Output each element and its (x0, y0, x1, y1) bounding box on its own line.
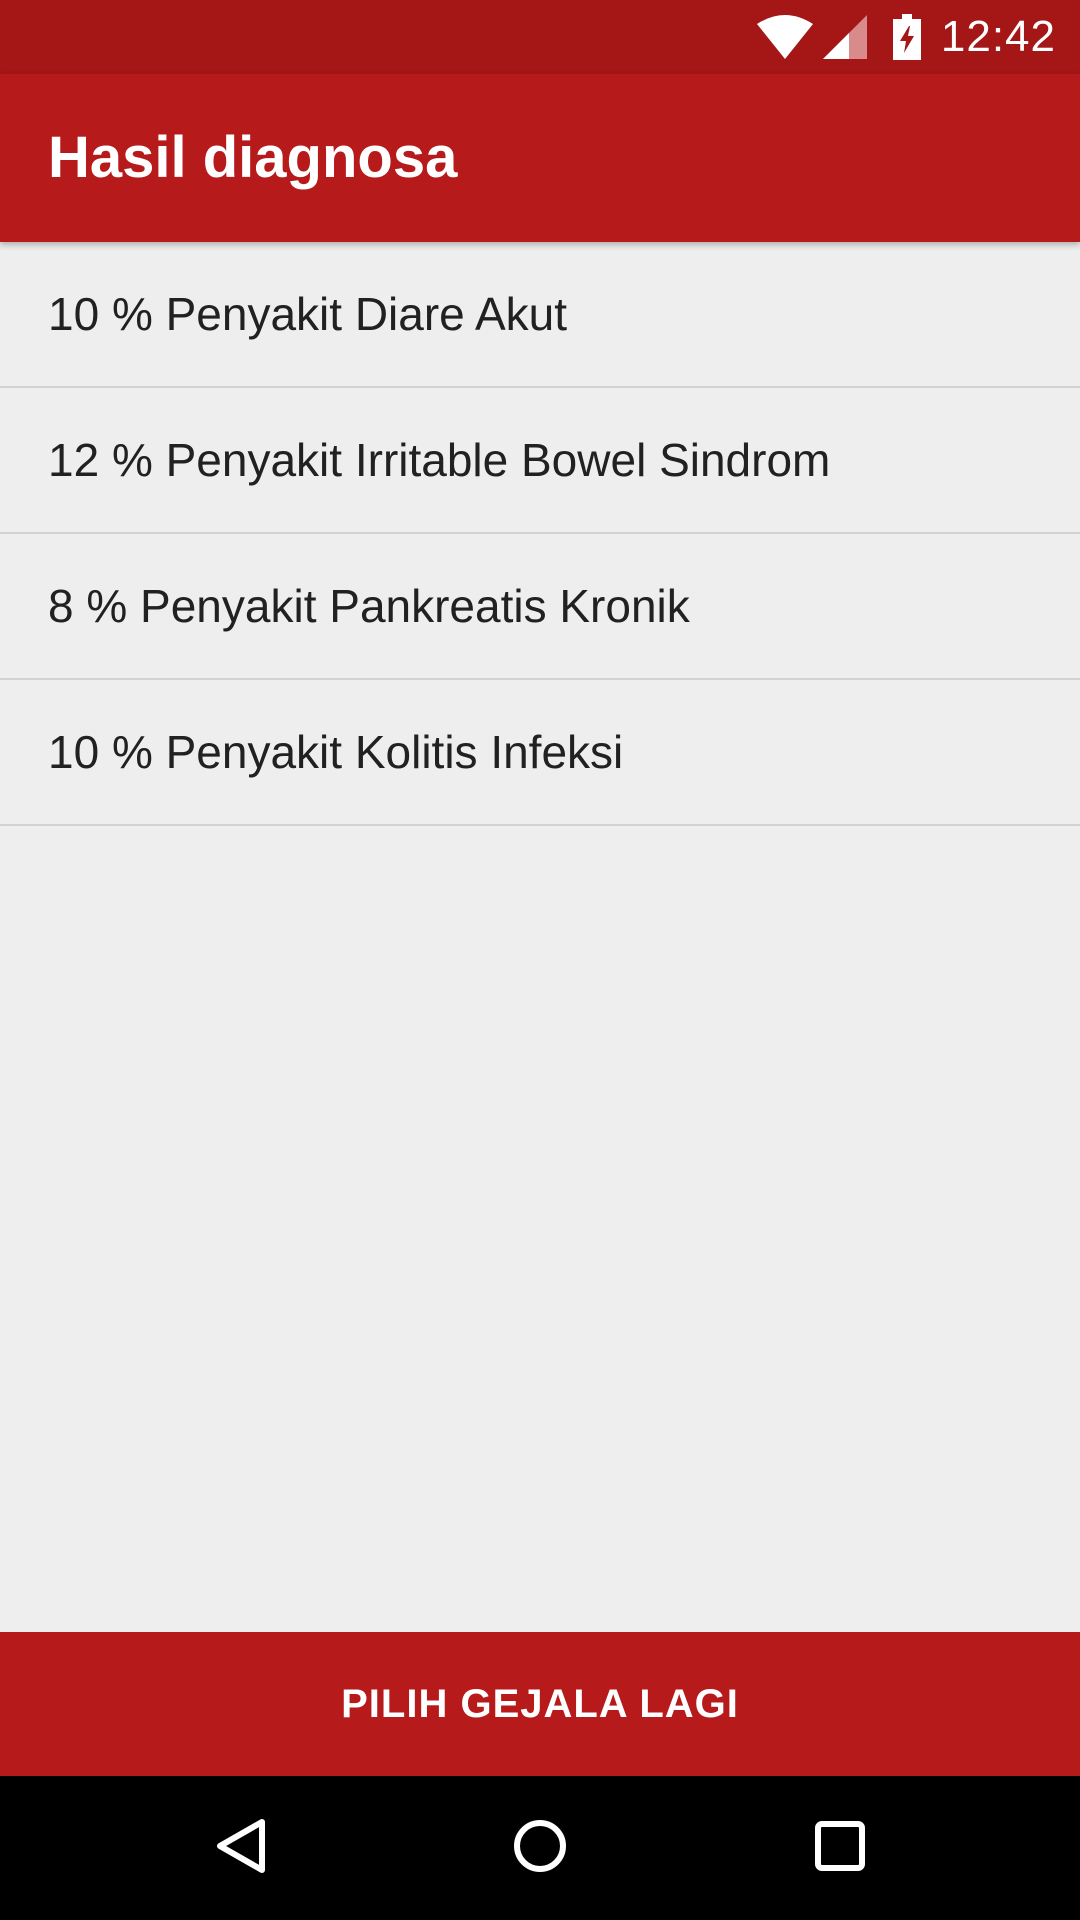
list-item-label: 10 % Penyakit Kolitis Infeksi (48, 726, 624, 778)
list-item-label: 8 % Penyakit Pankreatis Kronik (48, 580, 690, 632)
list-item-diagnosis-2[interactable]: 12 % Penyakit Irritable Bowel Sindrom (0, 388, 1080, 534)
status-bar: 12:42 (0, 0, 1080, 74)
recents-icon (814, 1820, 866, 1877)
list-item-label: 12 % Penyakit Irritable Bowel Sindrom (48, 434, 831, 486)
list-item-diagnosis-1[interactable]: 10 % Penyakit Diare Akut (0, 242, 1080, 388)
back-button[interactable] (168, 1776, 312, 1920)
list-item-diagnosis-3[interactable]: 8 % Penyakit Pankreatis Kronik (0, 534, 1080, 680)
diagnosis-results-list: 10 % Penyakit Diare Akut 12 % Penyakit I… (0, 242, 1080, 826)
status-clock: 12:42 (940, 12, 1056, 61)
list-item-label: 10 % Penyakit Diare Akut (48, 288, 568, 340)
choose-symptoms-again-button[interactable]: PILIH GEJALA LAGI (0, 1632, 1080, 1776)
signal-icon (822, 15, 867, 59)
page-title: Hasil diagnosa (48, 125, 458, 190)
back-icon (212, 1816, 268, 1881)
recents-button[interactable] (768, 1776, 912, 1920)
wifi-icon (756, 15, 813, 59)
navigation-bar (0, 1776, 1080, 1920)
app-bar: Hasil diagnosa (0, 74, 1080, 242)
home-icon (512, 1818, 568, 1879)
status-icons: 12:42 (756, 0, 1056, 74)
list-item-diagnosis-4[interactable]: 10 % Penyakit Kolitis Infeksi (0, 680, 1080, 826)
home-button[interactable] (468, 1776, 612, 1920)
battery-charging-icon (892, 14, 921, 60)
